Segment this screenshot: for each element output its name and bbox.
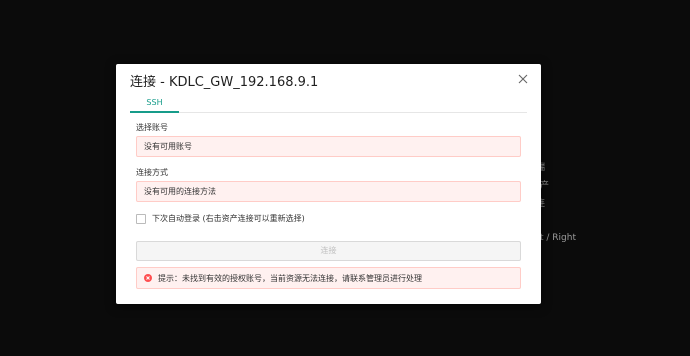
error-icon (144, 274, 152, 282)
close-icon (518, 69, 528, 88)
connect-dialog: 连接 - KDLC_GW_192.168.9.1 SSH 选择账号 没有可用账号… (116, 64, 541, 304)
tab-ssh[interactable]: SSH (130, 98, 179, 113)
account-select[interactable]: 没有可用账号 (136, 136, 521, 157)
auto-login-checkbox[interactable] (136, 213, 146, 224)
close-button[interactable] (515, 70, 531, 86)
tab-bar: SSH (130, 98, 527, 113)
alert-text: 提示：未找到有效的授权账号，当前资源无法连接，请联系管理员进行处理 (158, 273, 422, 283)
auto-login-row: 下次自动登录 (右击资产连接可以重新选择) (136, 213, 305, 224)
method-select[interactable]: 没有可用的连接方法 (136, 181, 521, 202)
background-text: 产 (540, 181, 550, 191)
auto-login-label: 下次自动登录 (右击资产连接可以重新选择) (152, 214, 305, 223)
background-text: t / Right (540, 233, 576, 243)
error-alert: 提示：未找到有效的授权账号，当前资源无法连接，请联系管理员进行处理 (136, 267, 521, 289)
method-label: 连接方式 (136, 168, 168, 177)
dialog-title: 连接 - KDLC_GW_192.168.9.1 (130, 75, 319, 90)
connect-button[interactable]: 连接 (136, 241, 521, 261)
account-label: 选择账号 (136, 123, 168, 132)
